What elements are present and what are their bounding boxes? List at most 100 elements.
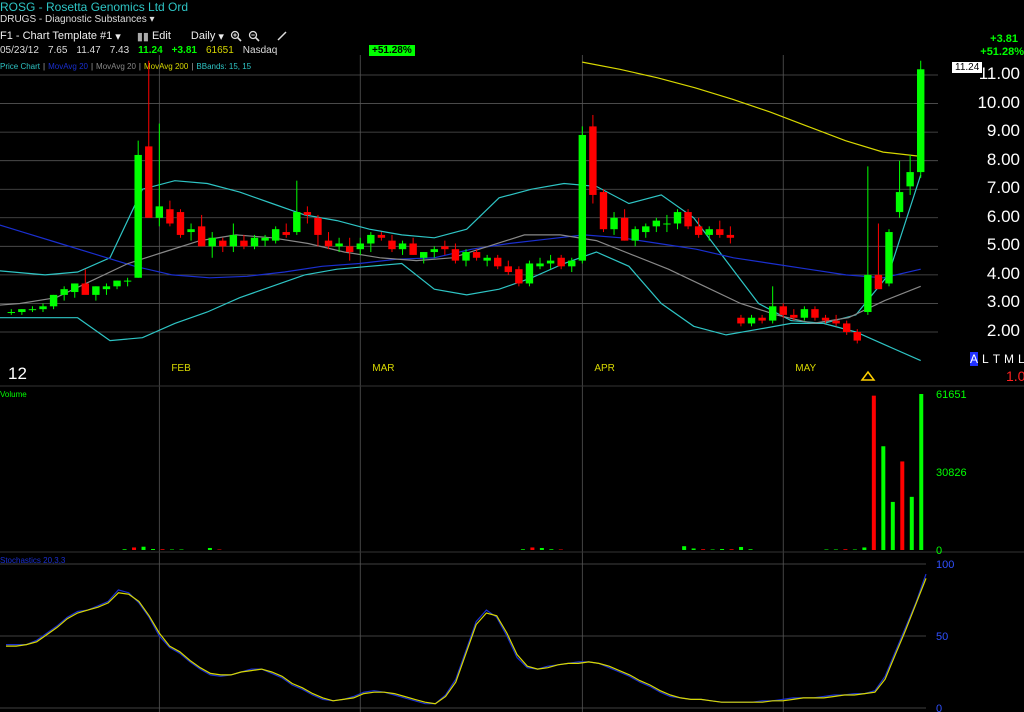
price-axis-label: 4.00 — [986, 263, 1020, 283]
candle-body — [472, 252, 481, 258]
quote-high: 11.47 — [76, 45, 101, 56]
volume-bar — [132, 547, 137, 550]
volume-bar — [179, 549, 184, 550]
candle-body — [663, 223, 671, 225]
candle-body — [483, 257, 491, 261]
month-label: APR — [594, 363, 615, 374]
candle-body — [568, 260, 576, 267]
price-axis-label: 3.00 — [986, 292, 1020, 312]
candle-body — [208, 237, 216, 247]
stoch-d-line — [6, 578, 927, 705]
month-label: MAR — [372, 363, 394, 374]
candle-body — [356, 243, 364, 250]
candle-body — [864, 274, 872, 313]
price-axis-label: 9.00 — [986, 121, 1020, 141]
chevron-down-icon: ▾ — [218, 30, 224, 43]
price-axis-label: 2.00 — [986, 321, 1020, 340]
chart-toolbar: F1 - Chart Template #1 ▾ ▮▮ Edit Daily ▾ — [0, 28, 288, 44]
candle-body — [462, 252, 470, 261]
candle-body — [420, 252, 428, 258]
candle-body — [388, 240, 396, 250]
candle-body — [599, 192, 608, 230]
candle-body — [779, 306, 787, 315]
volume-bar — [549, 549, 554, 550]
candle-body — [441, 246, 449, 250]
legend-movavg-gray[interactable]: MovAvg 20 — [96, 62, 136, 71]
year-label: 12 — [8, 364, 27, 383]
month-label: FEB — [171, 363, 191, 374]
candle-body — [134, 154, 142, 278]
timeframe-a[interactable]: A — [970, 352, 979, 366]
edit-button[interactable]: ▮▮ Edit — [137, 30, 171, 43]
timeframe-t[interactable]: T — [993, 352, 1000, 366]
candle-body — [92, 286, 100, 295]
price-axis-label: 10.00 — [977, 92, 1020, 112]
percent-change-badge: +51.28% — [369, 45, 415, 56]
template-dropdown[interactable]: F1 - Chart Template #1 ▾ — [0, 30, 121, 43]
volume-bar — [852, 549, 857, 550]
volume-bar — [739, 546, 744, 550]
candle-body — [747, 317, 756, 324]
candle-body — [60, 289, 68, 295]
volume-bar — [729, 549, 734, 550]
candle-body — [240, 240, 248, 247]
candle-body — [345, 246, 354, 253]
candle-body — [39, 306, 47, 310]
stoch-panel-label[interactable]: Stochastics 20,3,3 — [0, 556, 65, 565]
candle-body — [113, 280, 121, 287]
pencil-icon — [277, 31, 287, 41]
timeframe-l2[interactable]: L — [1018, 352, 1024, 366]
timeframe-m[interactable]: M — [1004, 352, 1014, 366]
candle-body — [49, 294, 58, 307]
volume-bar — [207, 547, 212, 550]
candle-body — [906, 172, 914, 187]
chart-canvas[interactable]: FEB MAR APR MAY 0 30826 61651 0 50 100 — [0, 0, 1024, 712]
candle-body — [71, 283, 79, 293]
candle-body — [271, 229, 280, 241]
volume-bar — [151, 548, 156, 550]
legend-bbands[interactable]: BBands: 15, 15 — [196, 62, 251, 71]
candle-body — [642, 226, 650, 233]
candle-body — [694, 226, 703, 235]
quote-low: 7.43 — [109, 45, 130, 56]
candle-body — [716, 229, 724, 235]
volume-bar — [682, 546, 687, 550]
candle-body — [303, 212, 312, 215]
change-absolute: +3.81 — [990, 33, 1018, 45]
volume-panel-label[interactable]: Volume — [0, 390, 27, 399]
candle-body — [197, 226, 206, 247]
candle-body — [557, 257, 565, 267]
candle-body — [917, 69, 925, 173]
candle-body — [187, 229, 195, 233]
volume-bar — [710, 549, 715, 550]
candle-body — [81, 283, 90, 295]
volume-axis-label: 0 — [936, 545, 942, 557]
timeframe-l[interactable]: L — [982, 352, 989, 366]
zoom-out-icon — [248, 30, 260, 42]
volume-bar — [919, 394, 924, 550]
candle-body — [145, 146, 153, 218]
period-dropdown[interactable]: Daily ▾ — [191, 30, 224, 43]
sector-label: DRUGS - Diagnostic Substances — [0, 14, 147, 25]
candle-body — [885, 232, 893, 284]
legend-movavg-blue[interactable]: MovAvg 20 — [48, 62, 88, 71]
zoom-in-button[interactable] — [230, 30, 242, 42]
candle-body — [18, 309, 26, 313]
price-axis-label: 8.00 — [986, 149, 1020, 169]
candle-body — [451, 249, 460, 261]
candle-body — [377, 234, 386, 238]
quote-open: 7.65 — [47, 45, 68, 56]
candle-body — [250, 237, 259, 247]
candle-body — [261, 237, 269, 241]
sector-selector[interactable]: DRUGS - Diagnostic Substances ▾ — [0, 14, 155, 25]
quote-change: +3.81 — [171, 45, 197, 56]
volume-axis-label: 61651 — [936, 389, 967, 401]
candle-body — [494, 257, 502, 267]
legend-price-chart[interactable]: Price Chart — [0, 62, 40, 71]
candle-body — [737, 317, 745, 324]
zoom-out-button[interactable] — [248, 30, 260, 42]
legend-movavg-200[interactable]: MovAvg 200 — [144, 62, 188, 71]
draw-tool-button[interactable] — [276, 30, 288, 42]
candle-body — [684, 212, 692, 227]
template-label: F1 - Chart Template #1 — [0, 30, 113, 42]
